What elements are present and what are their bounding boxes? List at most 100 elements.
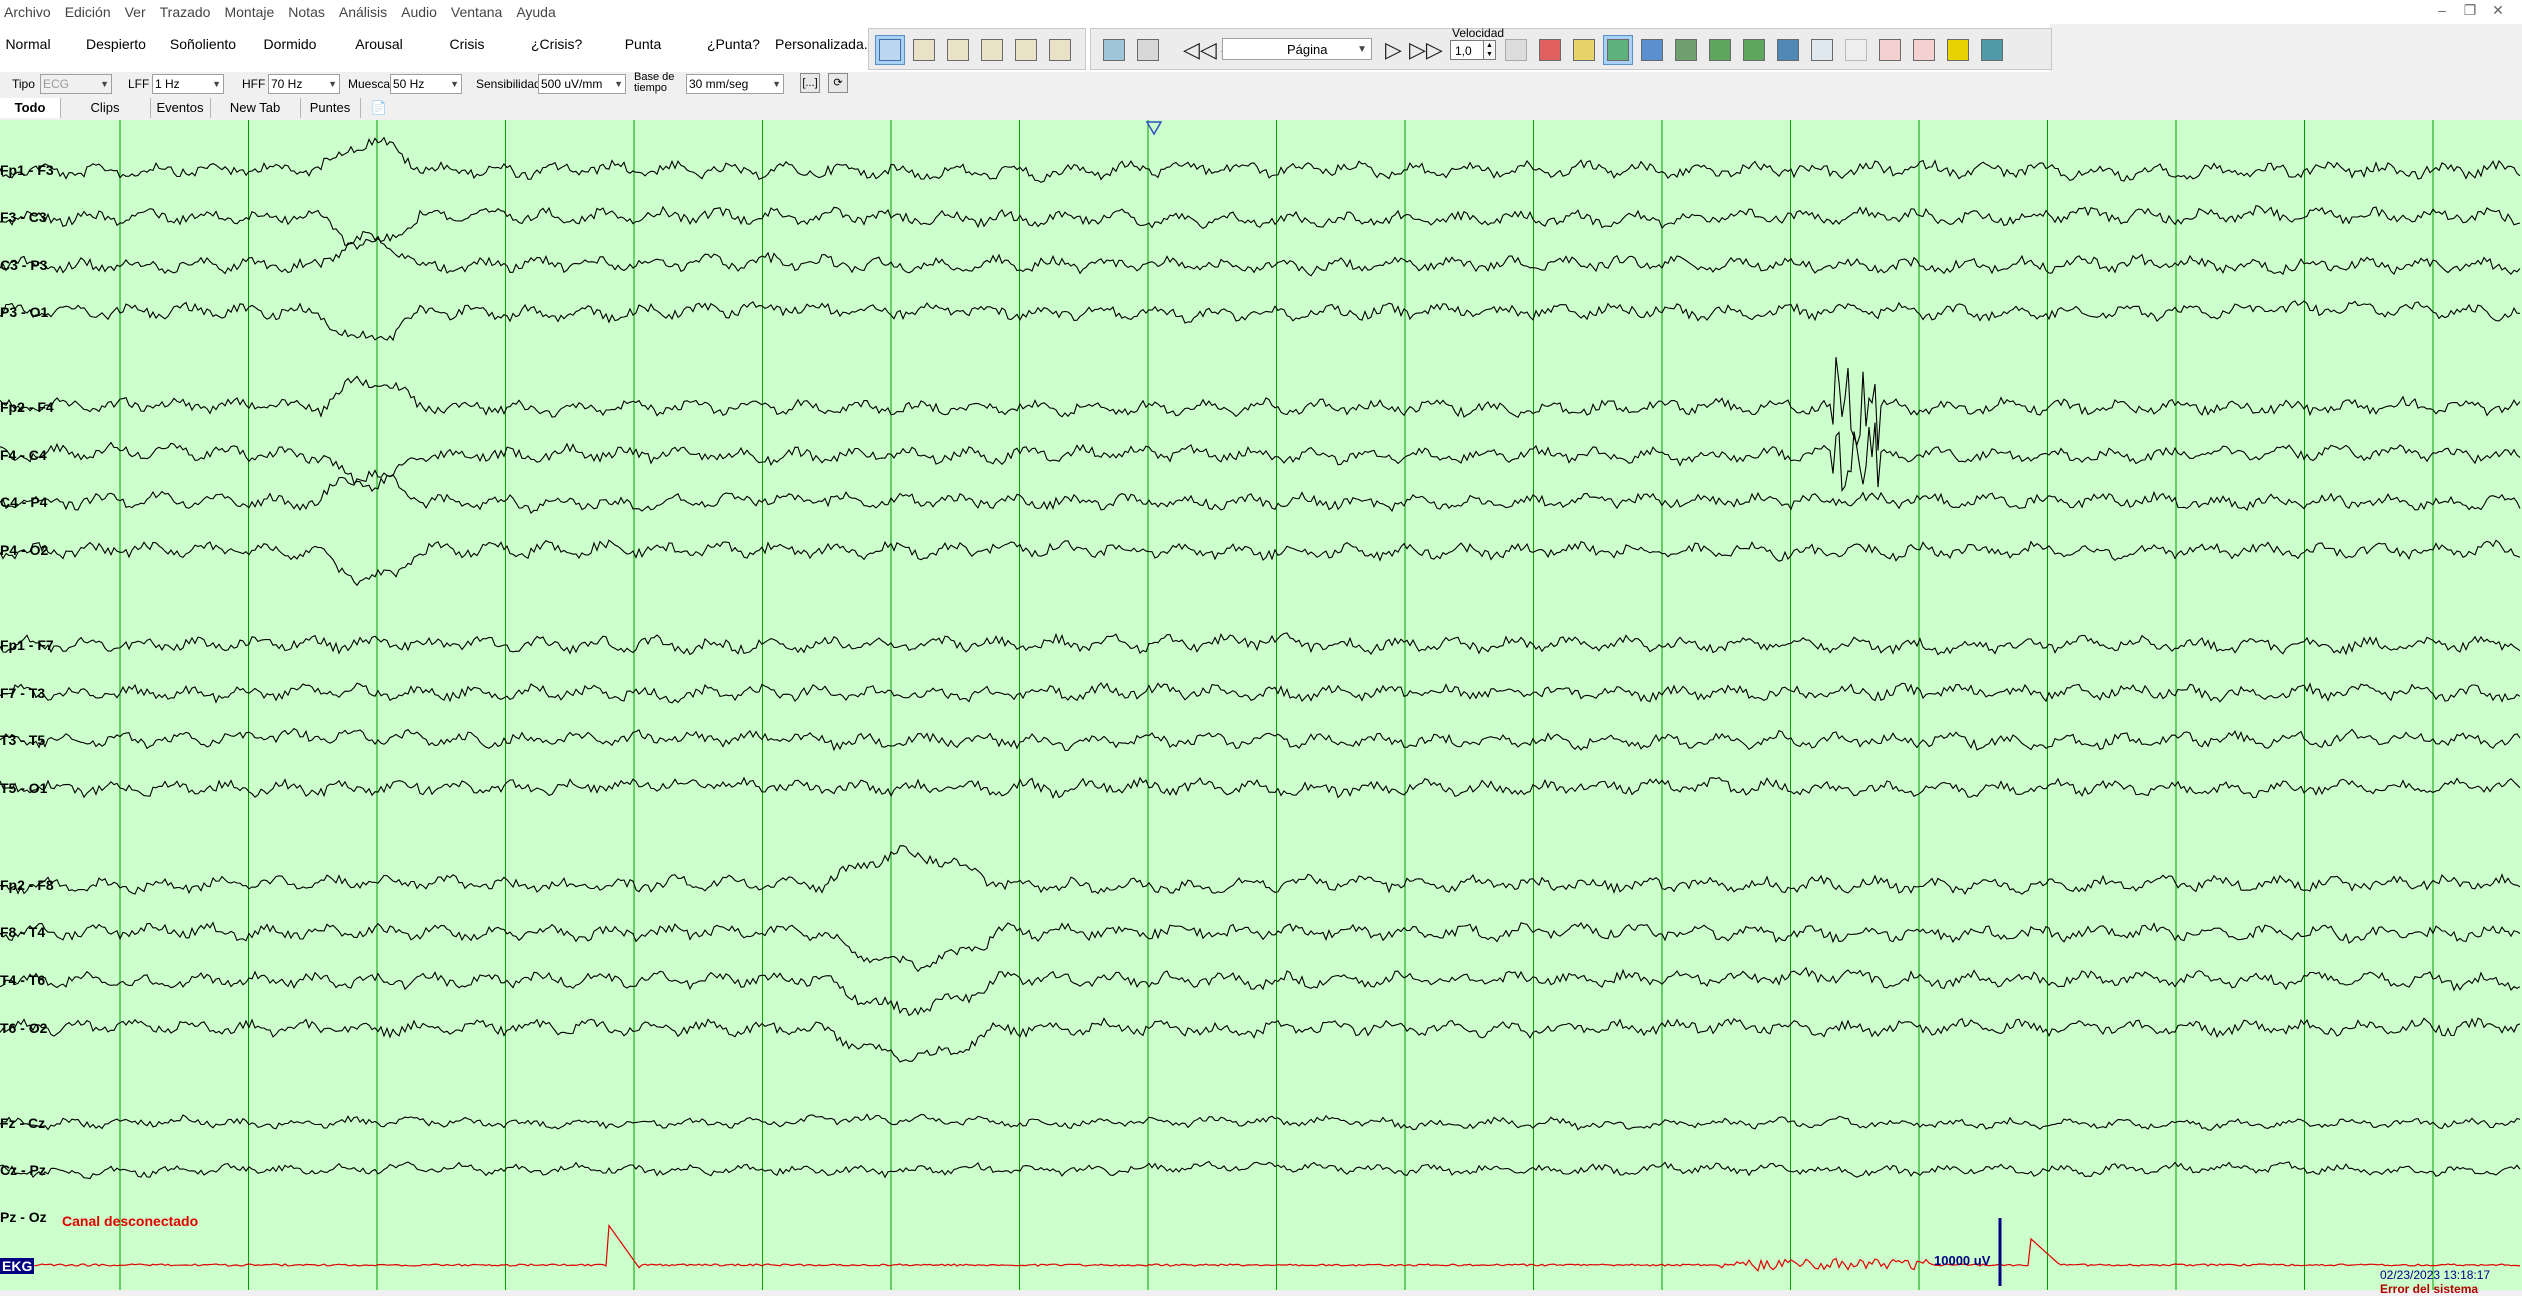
- forward-fast-icon[interactable]: ▷▷: [1409, 37, 1443, 63]
- tab-bar: Todo Clips Eventos New Tab Puntes 📄: [0, 96, 2522, 121]
- refresh-icon[interactable]: ⟳: [828, 73, 848, 93]
- network-icon[interactable]: [1773, 35, 1803, 65]
- channel-label[interactable]: P3 - O1: [0, 304, 48, 320]
- eeg-trace: [0, 845, 2521, 896]
- montage-2-icon[interactable]: [909, 35, 939, 65]
- marker-icon[interactable]: [1535, 35, 1565, 65]
- channel-label[interactable]: T5 - O1: [0, 780, 47, 796]
- close-icon[interactable]: ✕: [2484, 2, 2512, 19]
- eeg-trace-area[interactable]: Fp1 - F3 F3 - C3 C3 - P3 P3 - O1 Fp2 - F4 F4 …: [0, 120, 2522, 1296]
- channel-label[interactable]: T6 - O2: [0, 1020, 47, 1036]
- montage-editor-icon[interactable]: [1637, 35, 1667, 65]
- event-crisis-button[interactable]: Crisis: [448, 30, 486, 58]
- hff-value: 70 Hz: [271, 77, 303, 91]
- video-icon[interactable]: [1133, 35, 1163, 65]
- tab-clips[interactable]: Clips: [60, 98, 151, 118]
- montage-3-icon[interactable]: [943, 35, 973, 65]
- menu-archivo[interactable]: Archivo: [4, 4, 51, 20]
- event-despierto-button[interactable]: Despierto: [84, 30, 148, 58]
- base-tiempo-value: 30 mm/seg: [689, 77, 749, 91]
- event-dormido-button[interactable]: Dormido: [262, 30, 318, 58]
- hff-select[interactable]: 70 Hz ▼: [268, 74, 340, 94]
- menu-ventana[interactable]: Ventana: [451, 4, 502, 20]
- disconnect-icon[interactable]: [1501, 35, 1531, 65]
- muesca-select[interactable]: 50 Hz ▼: [390, 74, 462, 94]
- step-forward-icon[interactable]: ▷: [1385, 37, 1402, 63]
- menu-audio[interactable]: Audio: [401, 4, 437, 20]
- event-sonoliento-button[interactable]: Soñoliento: [168, 30, 238, 58]
- event-toolbar: Normal Despierto Soñoliento Dormido Arou…: [0, 24, 2052, 73]
- channel-label[interactable]: C3 - P3: [0, 257, 47, 273]
- waveform-icon[interactable]: [1603, 35, 1633, 65]
- cursor-marker-icon: [1145, 121, 1163, 136]
- montage-4-icon[interactable]: [977, 35, 1007, 65]
- channel-label[interactable]: F7 - T3: [0, 685, 45, 701]
- channel-label[interactable]: F8 - T4: [0, 924, 45, 940]
- range-button[interactable]: [...]: [800, 73, 820, 93]
- patient-icon[interactable]: [1099, 35, 1129, 65]
- menu-trazado[interactable]: Trazado: [160, 4, 211, 20]
- menu-montaje[interactable]: Montaje: [224, 4, 274, 20]
- channel-label[interactable]: P4 - O2: [0, 542, 48, 558]
- event-punta-button[interactable]: Punta: [622, 30, 664, 58]
- menu-edicion[interactable]: Edición: [65, 4, 111, 20]
- tab-new-tab[interactable]: New Tab: [210, 98, 301, 118]
- zoom-out-icon[interactable]: [1841, 35, 1871, 65]
- speed-input[interactable]: 1,0: [1450, 40, 1484, 60]
- menu-ayuda[interactable]: Ayuda: [516, 4, 555, 20]
- channel-label[interactable]: Pz - Oz: [0, 1209, 47, 1225]
- rewind-fast-icon[interactable]: ◁◁: [1183, 37, 1217, 63]
- channel-label[interactable]: Fp1 - F3: [0, 162, 54, 178]
- channel-label[interactable]: T3 - T5: [0, 732, 45, 748]
- channel-label[interactable]: C4 - P4: [0, 494, 47, 510]
- event-arousal-button[interactable]: Arousal: [354, 30, 404, 58]
- tab-puntes[interactable]: Puntes: [300, 98, 361, 118]
- channel-label[interactable]: Cz - Pz: [0, 1162, 46, 1178]
- settings-icon[interactable]: [1671, 35, 1701, 65]
- event-personalizada-button[interactable]: Personalizada...: [774, 30, 875, 58]
- channel-label[interactable]: T4 - T6: [0, 972, 45, 988]
- monitor-icon[interactable]: [1977, 35, 2007, 65]
- highlight-icon[interactable]: [1943, 35, 1973, 65]
- lff-select[interactable]: 1 Hz ▼: [152, 74, 224, 94]
- montage-1-icon[interactable]: [875, 35, 905, 65]
- eeg-trace: [0, 1017, 2521, 1063]
- menu-ver[interactable]: Ver: [125, 4, 146, 20]
- eeg-trace: [0, 776, 2521, 800]
- spike-detect-icon[interactable]: [1875, 35, 1905, 65]
- channel-label[interactable]: Fp1 - F7: [0, 637, 54, 653]
- minimize-icon[interactable]: –: [2428, 2, 2456, 19]
- chevron-down-icon: ▼: [212, 79, 221, 89]
- montage-6-icon[interactable]: [1045, 35, 1075, 65]
- eeg-trace: [0, 966, 2521, 1017]
- restore-icon[interactable]: ❐: [2456, 2, 2484, 19]
- menu-analisis[interactable]: Análisis: [339, 4, 387, 20]
- timestamp: 02/23/2023 13:18:17: [2380, 1268, 2491, 1282]
- channel-label[interactable]: Fp2 - F8: [0, 877, 54, 893]
- montage-5-icon[interactable]: [1011, 35, 1041, 65]
- channel-label[interactable]: F4 - C4: [0, 447, 47, 463]
- add-tab-icon[interactable]: 📄: [370, 98, 388, 118]
- export-icon[interactable]: [1739, 35, 1769, 65]
- eeg-trace: [0, 632, 2521, 656]
- speed-label: Velocidad: [1452, 26, 1505, 40]
- tab-eventos[interactable]: Eventos: [150, 98, 211, 118]
- menu-notas[interactable]: Notas: [288, 4, 325, 20]
- channel-label[interactable]: Fp2 - F4: [0, 399, 54, 415]
- base-tiempo-select[interactable]: 30 mm/seg ▼: [686, 74, 784, 94]
- event-punta-question-button[interactable]: ¿Punta?: [706, 30, 760, 58]
- seizure-detect-icon[interactable]: [1909, 35, 1939, 65]
- page-mode-select[interactable]: Página ▼: [1222, 38, 1372, 60]
- sensibilidad-value: 500 uV/mm: [541, 77, 603, 91]
- channel-label[interactable]: Fz - Cz: [0, 1115, 45, 1131]
- channel-label[interactable]: F3 - C3: [0, 209, 47, 225]
- muesca-value: 50 Hz: [393, 77, 425, 91]
- speed-spinner[interactable]: ▲ ▼: [1484, 40, 1496, 60]
- annotation-icon[interactable]: [1569, 35, 1599, 65]
- report-icon[interactable]: [1705, 35, 1735, 65]
- event-crisis-question-button[interactable]: ¿Crisis?: [530, 30, 582, 58]
- sensibilidad-select[interactable]: 500 uV/mm ▼: [538, 74, 626, 94]
- tab-todo[interactable]: Todo: [0, 98, 61, 118]
- zoom-icon[interactable]: [1807, 35, 1837, 65]
- event-normal-button[interactable]: Normal: [2, 30, 54, 58]
